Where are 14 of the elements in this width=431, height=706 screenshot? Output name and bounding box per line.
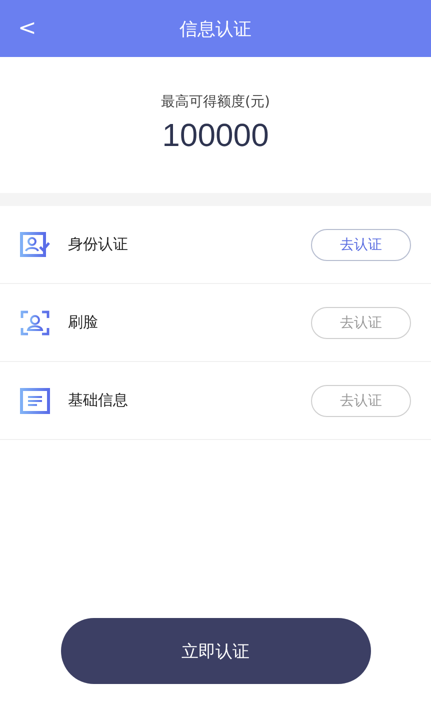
quota-label: 最高可得额度(元) [161,93,270,111]
verification-label: 基础信息 [68,391,129,410]
verification-label: 身份认证 [68,235,129,254]
document-icon [20,388,50,414]
face-scan-icon [20,310,50,336]
verify-button[interactable]: 去认证 [311,228,411,260]
id-card-icon [20,232,50,258]
verify-button[interactable]: 去认证 [311,384,411,416]
verification-label: 刷脸 [68,313,99,332]
verify-button[interactable]: 去认证 [311,306,411,338]
quota-amount: 100000 [162,117,269,154]
page-title: 信息认证 [180,18,252,40]
back-button[interactable]: < [12,14,42,43]
submit-button[interactable]: 立即认证 [60,618,370,684]
